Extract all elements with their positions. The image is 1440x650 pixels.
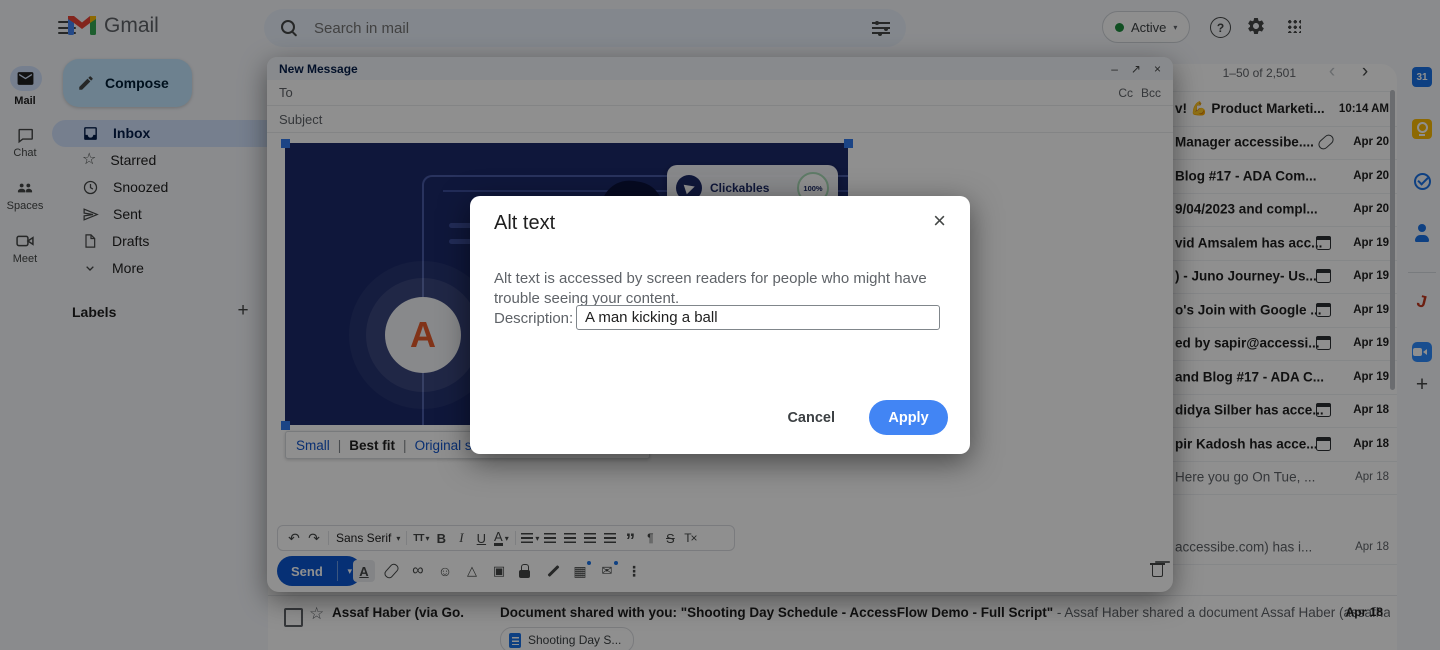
gmail-app: Gmail Active ▾ ? Mail Chat Spaces Meet C…: [0, 0, 1440, 650]
apply-button[interactable]: Apply: [869, 400, 948, 435]
dialog-title: Alt text: [494, 212, 555, 235]
alt-text-input[interactable]: [576, 305, 940, 330]
description-label: Description:: [494, 310, 573, 327]
close-icon[interactable]: ×: [933, 210, 946, 232]
alt-text-dialog: Alt text × Alt text is accessed by scree…: [470, 196, 970, 454]
dialog-description: Alt text is accessed by screen readers f…: [494, 269, 934, 309]
cancel-button[interactable]: Cancel: [781, 409, 841, 427]
